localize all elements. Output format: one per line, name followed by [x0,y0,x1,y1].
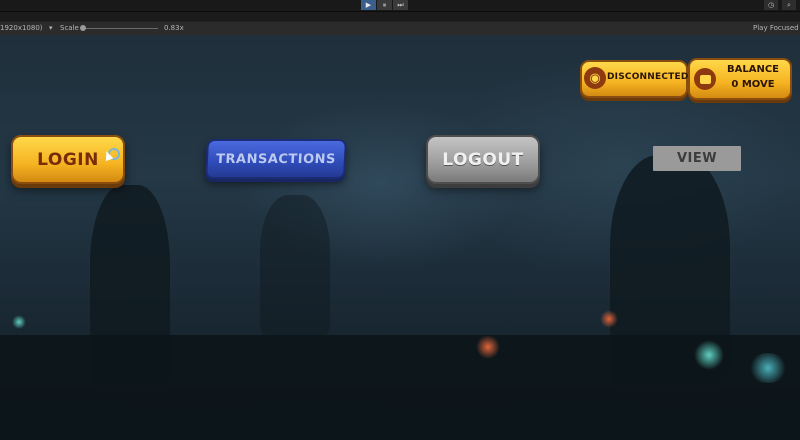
game-view-toolbar: 1920x1080) ▾ Scale 0.83x Play Focused [0,21,800,36]
scale-label: Scale [60,24,79,32]
scale-value: 0.83x [164,24,184,32]
glow-light [476,335,500,359]
game-scene: ◉ DISCONNECTED BALANCE 0 MOVE LOGIN TRAN… [0,35,800,440]
glow-light [748,353,788,383]
step-button[interactable]: ⏭ [393,0,408,10]
glow-light [12,315,26,329]
view-button[interactable]: VIEW [653,146,741,171]
search-icon[interactable]: ⌕ [782,0,796,10]
step-icon: ⏭ [397,1,404,9]
play-controls: ▶ ⏸ ⏭ [361,0,408,10]
balance-badge: BALANCE 0 MOVE [688,58,792,100]
balance-title: BALANCE [726,64,779,75]
play-icon: ▶ [365,1,372,9]
play-button[interactable]: ▶ [361,0,376,10]
chevron-down-icon[interactable]: ▾ [49,24,53,32]
logout-button[interactable]: LOGOUT [426,135,540,184]
glow-light [600,310,618,328]
forest-floor [0,335,800,440]
editor-top-bar: ▶ ⏸ ⏭ ◷ ⌕ [0,0,800,12]
scale-slider-handle[interactable] [80,25,86,31]
pause-icon: ⏸ [382,1,387,9]
play-focused-dropdown[interactable]: Play Focused [753,24,799,32]
resolution-dropdown[interactable]: 1920x1080) [0,24,43,32]
eye-icon: ◉ [584,67,606,89]
balance-value: 0 MOVE [731,79,775,90]
transactions-button[interactable]: TRANSACTIONS [204,139,348,179]
pause-button[interactable]: ⏸ [377,0,392,10]
background-ruin [260,195,330,335]
history-icon[interactable]: ◷ [764,0,778,10]
connection-status-text: DISCONNECTED [607,72,689,82]
editor-right-icons: ◷ ⌕ [764,0,796,10]
connection-status-badge[interactable]: ◉ DISCONNECTED [580,60,688,98]
scale-slider-track[interactable] [84,28,158,29]
glow-light [694,340,724,370]
wallet-icon [694,68,716,90]
